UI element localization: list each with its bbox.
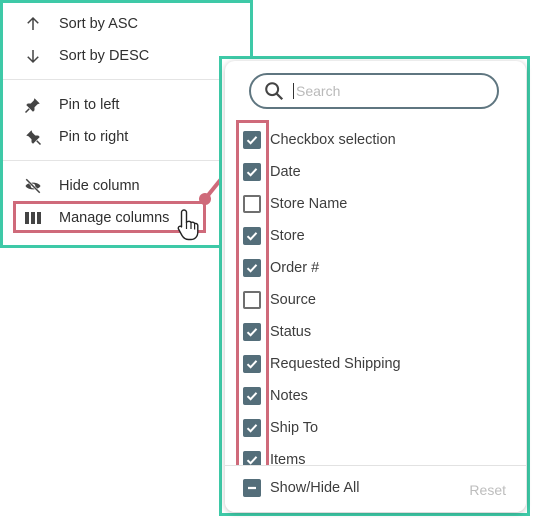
menu-item-pin-left[interactable]: Pin to left xyxy=(13,90,203,120)
column-toggle-store-name[interactable]: Store Name xyxy=(243,190,503,218)
menu-item-label: Hide column xyxy=(59,178,140,194)
arrow-up-icon xyxy=(21,12,45,36)
menu-item-pin-right[interactable]: Pin to right xyxy=(13,122,203,152)
column-toggle-source[interactable]: Source xyxy=(243,286,503,314)
search-input[interactable] xyxy=(293,83,476,99)
column-label: Order # xyxy=(270,260,320,276)
reset-button[interactable]: Reset xyxy=(469,482,506,498)
column-toggle-items[interactable]: Items xyxy=(243,446,503,466)
menu-item-label: Sort by DESC xyxy=(59,48,150,64)
search-icon xyxy=(263,80,285,102)
menu-item-label: Pin to right xyxy=(59,129,129,145)
checkbox-column-highlight xyxy=(236,120,269,472)
menu-item-hide-column[interactable]: Hide column xyxy=(13,171,203,201)
search-box xyxy=(249,73,499,109)
checkbox-indeterminate-icon[interactable] xyxy=(243,479,261,497)
column-menu: Sort by ASC Sort by DESC Pin to left Pin… xyxy=(0,0,253,248)
column-label: Status xyxy=(270,324,312,340)
column-toggle-notes[interactable]: Notes xyxy=(243,382,503,410)
show-hide-all-label: Show/Hide All xyxy=(270,480,360,496)
menu-item-label: Sort by ASC xyxy=(59,16,138,32)
column-toggle-store[interactable]: Store xyxy=(243,222,503,250)
menu-item-sort-asc[interactable]: Sort by ASC xyxy=(13,9,203,39)
column-toggle-order-number[interactable]: Order # xyxy=(243,254,503,282)
column-toggle-requested-shipping[interactable]: Requested Shipping xyxy=(243,350,503,378)
pin-right-icon xyxy=(21,125,45,149)
panel-footer: Show/Hide All Reset xyxy=(225,465,526,512)
menu-item-label: Pin to left xyxy=(59,97,120,113)
hand-cursor-icon xyxy=(177,208,201,242)
column-label: Requested Shipping xyxy=(270,356,401,372)
column-label: Source xyxy=(270,292,316,308)
column-label: Notes xyxy=(270,388,308,404)
column-toggle-status[interactable]: Status xyxy=(243,318,503,346)
column-list: Checkbox selection Date Store Name Store… xyxy=(225,124,526,466)
pin-left-icon xyxy=(21,93,45,117)
column-label: Checkbox selection xyxy=(270,132,396,148)
menu-item-sort-desc[interactable]: Sort by DESC xyxy=(13,41,203,71)
column-label: Ship To xyxy=(270,420,319,436)
column-toggle-date[interactable]: Date xyxy=(243,158,503,186)
column-label: Store Name xyxy=(270,196,348,212)
column-label: Store xyxy=(270,228,305,244)
eye-off-icon xyxy=(21,174,45,198)
column-label: Date xyxy=(270,164,301,180)
menu-divider xyxy=(3,79,250,80)
column-toggle-checkbox-selection[interactable]: Checkbox selection xyxy=(243,126,503,154)
arrow-down-icon xyxy=(21,44,45,68)
manage-columns-panel: Checkbox selection Date Store Name Store… xyxy=(225,61,526,512)
show-hide-all-toggle[interactable]: Show/Hide All xyxy=(243,479,359,497)
column-label: Items xyxy=(270,452,306,466)
column-toggle-ship-to[interactable]: Ship To xyxy=(243,414,503,442)
